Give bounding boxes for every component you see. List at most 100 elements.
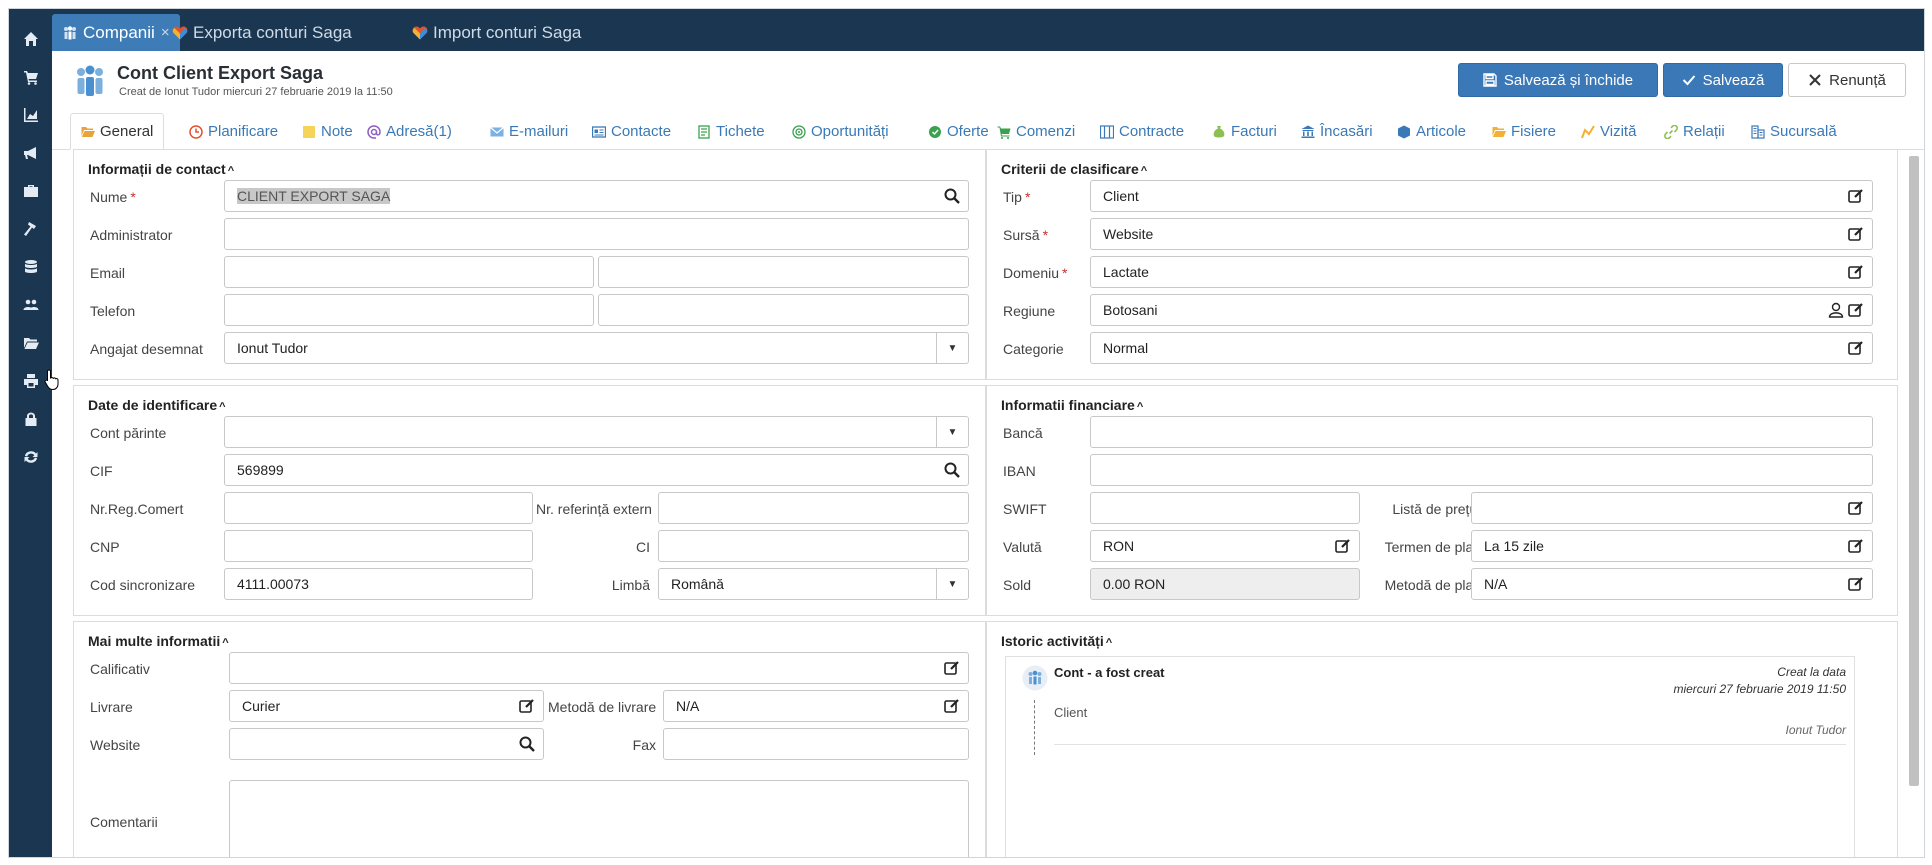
edit-icon[interactable]	[1335, 538, 1351, 554]
administrator-field[interactable]	[224, 218, 969, 250]
tab-oportunitati[interactable]: Oportunități	[792, 113, 889, 150]
email-field[interactable]	[224, 256, 594, 288]
sursa-field[interactable]: Website	[1090, 218, 1873, 250]
tab-emailuri[interactable]: E-mailuri	[490, 113, 568, 150]
edit-icon[interactable]	[1848, 302, 1864, 318]
megaphone-icon[interactable]	[9, 137, 52, 169]
tab-adresa[interactable]: Adresă(1)	[367, 113, 452, 150]
tab-articole[interactable]: Articole	[1397, 113, 1466, 150]
panel-title[interactable]: Mai multe informatii ^	[88, 633, 229, 649]
home-icon[interactable]	[9, 23, 52, 55]
termen-plata-field[interactable]: La 15 zile	[1471, 530, 1873, 562]
edit-icon[interactable]	[1848, 538, 1864, 554]
panel-title[interactable]: Istoric activități ^	[1001, 633, 1112, 649]
caret-down-icon[interactable]: ▼	[936, 569, 968, 599]
tab-vizita[interactable]: Vizită	[1581, 113, 1636, 150]
at-icon	[367, 124, 381, 139]
panel-title[interactable]: Criterii de clasificare ^	[1001, 161, 1147, 177]
tip-field[interactable]: Client	[1090, 180, 1873, 212]
edit-icon[interactable]	[1848, 340, 1864, 356]
tab-planificare[interactable]: Planificare	[189, 113, 278, 150]
tab-sucursala[interactable]: Sucursală	[1751, 113, 1837, 150]
valuta-field[interactable]: RON	[1090, 530, 1360, 562]
categorie-field[interactable]: Normal	[1090, 332, 1873, 364]
caret-down-icon[interactable]: ▼	[936, 333, 968, 363]
website-field[interactable]	[229, 728, 544, 760]
cnp-field[interactable]	[224, 530, 533, 562]
search-icon[interactable]	[944, 462, 960, 478]
edit-icon[interactable]	[1848, 226, 1864, 242]
calificativ-field[interactable]	[229, 652, 969, 684]
fax-field[interactable]	[663, 728, 969, 760]
lista-preturi-field[interactable]	[1471, 492, 1873, 524]
lock-icon[interactable]	[9, 403, 52, 435]
tab-fisiere[interactable]: Fisiere	[1492, 113, 1556, 150]
tab-sucursala-label: Sucursală	[1770, 123, 1837, 140]
tab-general[interactable]: General	[70, 113, 165, 150]
edit-icon[interactable]	[944, 660, 960, 676]
nume-field[interactable]: CLIENT EXPORT SAGA	[224, 180, 969, 212]
cod-sincronizare-field[interactable]: 4111.00073	[224, 568, 533, 600]
tab-note[interactable]: Note	[302, 113, 353, 150]
label-website: Website	[90, 737, 141, 753]
tab-oferte[interactable]: Oferte	[928, 113, 989, 150]
tab-incasari[interactable]: Încasări	[1301, 113, 1373, 150]
search-icon[interactable]	[944, 188, 960, 204]
tab-tichete[interactable]: Tichete	[697, 113, 765, 150]
tab-facturi[interactable]: Facturi	[1212, 113, 1277, 150]
cancel-button[interactable]: Renunță	[1788, 63, 1906, 97]
caret-down-icon[interactable]: ▼	[936, 417, 968, 447]
telefon-field-2[interactable]	[598, 294, 969, 326]
database-icon[interactable]	[9, 251, 52, 283]
metoda-plata-field[interactable]: N/A	[1471, 568, 1873, 600]
tab-contracte[interactable]: Contracte	[1100, 113, 1184, 150]
regiune-field[interactable]: Botosani	[1090, 294, 1873, 326]
panel-title[interactable]: Informatii financiare ^	[1001, 397, 1143, 413]
metoda-livrare-field[interactable]: N/A	[663, 690, 969, 722]
livrare-field[interactable]: Curier	[229, 690, 544, 722]
cart-icon	[997, 126, 1011, 139]
user-icon[interactable]	[1828, 302, 1844, 318]
cont-parinte-select[interactable]: ▼	[224, 416, 969, 448]
cart-icon[interactable]	[9, 61, 52, 93]
regiune-value: Botosani	[1103, 302, 1158, 318]
edit-icon[interactable]	[1848, 264, 1864, 280]
vertical-scrollbar[interactable]	[1909, 156, 1919, 786]
edit-icon[interactable]	[1848, 500, 1864, 516]
iban-field[interactable]	[1090, 454, 1873, 486]
limba-select[interactable]: Română ▼	[658, 568, 969, 600]
ci-field[interactable]	[658, 530, 969, 562]
save-and-close-button[interactable]: Salvează și închide	[1458, 63, 1658, 97]
comentarii-textarea[interactable]	[229, 780, 969, 857]
chart-icon[interactable]	[9, 99, 52, 131]
panel-title[interactable]: Informații de contact ^	[88, 161, 234, 177]
edit-icon[interactable]	[944, 698, 960, 714]
panel-title[interactable]: Date de identificare ^	[88, 397, 226, 413]
save-button[interactable]: Salvează	[1663, 63, 1783, 97]
tab-import-conturi-saga[interactable]: Import conturi Saga	[402, 14, 591, 51]
edit-icon[interactable]	[1848, 576, 1864, 592]
telefon-field[interactable]	[224, 294, 594, 326]
banca-field[interactable]	[1090, 416, 1873, 448]
edit-icon[interactable]	[519, 698, 535, 714]
nrreg-field[interactable]	[224, 492, 533, 524]
email-field-2[interactable]	[598, 256, 969, 288]
folder-icon[interactable]	[9, 327, 52, 359]
hammer-icon[interactable]	[9, 213, 52, 245]
users-icon[interactable]	[9, 289, 52, 321]
domeniu-field[interactable]: Lactate	[1090, 256, 1873, 288]
search-icon[interactable]	[519, 736, 535, 752]
swift-field[interactable]	[1090, 492, 1360, 524]
tab-exporta-conturi-saga[interactable]: Exporta conturi Saga	[162, 14, 362, 51]
edit-icon[interactable]	[1848, 188, 1864, 204]
tab-relatii[interactable]: Relații	[1664, 113, 1725, 150]
angajat-select[interactable]: Ionut Tudor ▼	[224, 332, 969, 364]
tab-companii[interactable]: Companii ×	[52, 14, 180, 51]
tab-comenzi[interactable]: Comenzi	[997, 113, 1075, 150]
label-metoda-plata: Metodă de plată	[1384, 577, 1485, 593]
briefcase-icon[interactable]	[9, 175, 52, 207]
cif-field[interactable]: 569899	[224, 454, 969, 486]
nrref-field[interactable]	[658, 492, 969, 524]
refresh-icon[interactable]	[9, 441, 52, 473]
tab-contacte[interactable]: Contacte	[592, 113, 671, 150]
